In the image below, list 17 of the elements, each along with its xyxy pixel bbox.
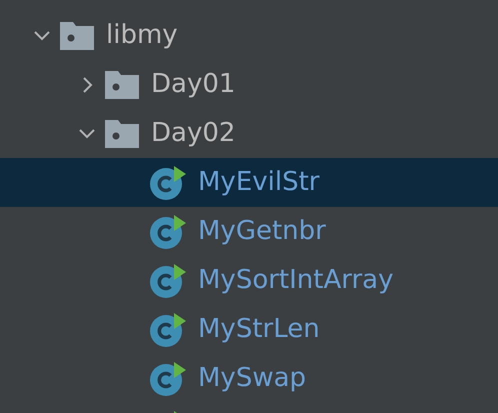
folder-icon [60, 22, 94, 50]
folder-name[interactable]: libmy [106, 20, 178, 52]
folder-name[interactable]: Day02 [151, 118, 236, 150]
class-icon [150, 214, 186, 248]
class-name[interactable]: MySortIntArray [198, 264, 394, 296]
class-name[interactable]: MyGetnbr [198, 216, 326, 248]
folder-name[interactable]: Day01 [151, 68, 236, 100]
class-name[interactable]: MyEvilStr [198, 166, 320, 198]
class-name[interactable]: MySwap [198, 362, 306, 394]
class-icon [150, 166, 186, 200]
class-name[interactable]: MyStrLen [198, 314, 320, 346]
class-icon [150, 362, 186, 396]
selected-row[interactable]: MyEvilStr [0, 158, 498, 207]
class-icon [150, 312, 186, 346]
class-icon [150, 264, 186, 298]
folder-icon [105, 120, 139, 148]
folder-icon [105, 70, 139, 98]
